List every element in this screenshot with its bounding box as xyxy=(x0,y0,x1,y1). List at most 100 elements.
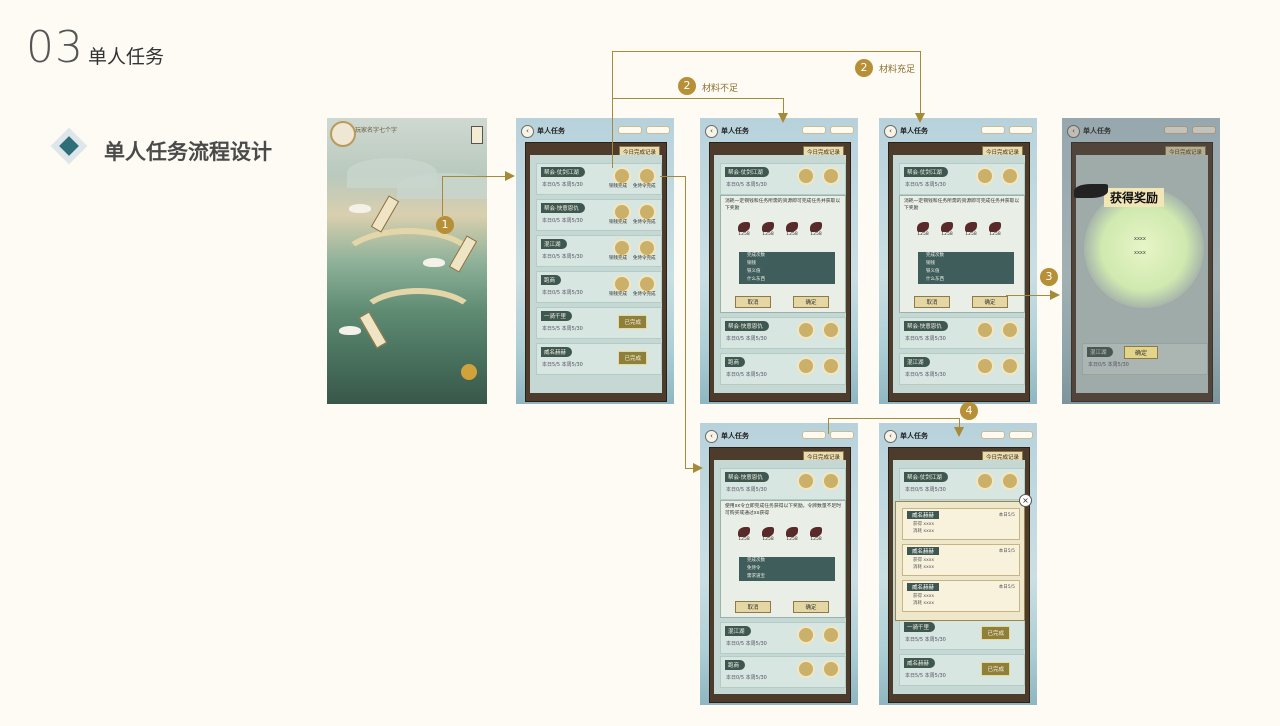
token-icon[interactable] xyxy=(1001,167,1019,185)
section-title: 单人任务流程设计 xyxy=(104,140,272,164)
silver-icon[interactable] xyxy=(797,472,815,490)
silver-icon[interactable] xyxy=(797,626,815,644)
back-button[interactable]: ‹ xyxy=(705,125,718,138)
confirm-button[interactable]: 确定 xyxy=(972,296,1008,308)
reward-item: 1258 xyxy=(783,222,801,240)
phone-silver-insufficient: ‹ 单人任务 今日完成记录 帮会·仗剑江湖 本日0/5 本周5/30 消耗一定铜… xyxy=(700,118,858,404)
token-icon[interactable] xyxy=(822,321,840,339)
reward-item: 1258 xyxy=(986,222,1004,240)
avatar[interactable] xyxy=(330,121,356,147)
silver-icon[interactable] xyxy=(976,472,994,490)
record-entry: 威名赫赫 本日5/5 获得 xxxx 消耗 xxxx xyxy=(902,544,1020,576)
silver-label: 铜钱完成 xyxy=(609,256,627,261)
task-board: 今日完成记录 帮会·仗剑江湖 本日0/5 本周5/30 铜钱完成 免侍令完成 帮… xyxy=(525,142,667,402)
task-row[interactable]: 帮会·快意恩仇 本日0/5 本周5/30 xyxy=(899,317,1025,349)
banner-guild[interactable] xyxy=(370,195,400,233)
cancel-button[interactable]: 取消 xyxy=(735,296,771,308)
popup-description: 消耗一定铜钱和任务所需的资源即可完成任务并获取以下奖励 xyxy=(904,199,1020,211)
task-row[interactable]: 混江湖 本日0/5 本周5/30 xyxy=(720,622,846,654)
resource-bar xyxy=(800,126,854,134)
task-row[interactable]: 跑商 本日0/5 本周5/30 xyxy=(720,656,846,688)
record-entry: 威名赫赫 本日5/5 获得 xxxx 消耗 xxxx xyxy=(902,508,1020,540)
exit-button[interactable] xyxy=(471,126,483,144)
token-icon[interactable] xyxy=(822,660,840,678)
task-row[interactable]: 混江湖 本日0/5 本周5/30 xyxy=(899,353,1025,385)
task-row[interactable]: 帮会·仗剑江湖 本日0/5 本周5/30 xyxy=(720,163,846,195)
task-row[interactable]: 跑商 本日0/5 本周5/30 xyxy=(720,353,846,385)
silver-icon[interactable] xyxy=(797,357,815,375)
crane-icon xyxy=(339,326,361,335)
confirm-button[interactable]: 确定 xyxy=(793,601,829,613)
task-counts: 本日0/5 本周5/30 xyxy=(542,182,583,188)
cancel-button[interactable]: 取消 xyxy=(735,601,771,613)
task-row: 威名赫赫 本日5/5 本周5/30 已完成 xyxy=(899,654,1025,686)
token-icon[interactable] xyxy=(1001,472,1019,490)
task-name: 混江湖 xyxy=(725,626,751,636)
task-name: 一骑千里 xyxy=(904,622,936,632)
task-counts: 本日0/5 本周5/30 xyxy=(542,218,583,224)
task-counts: 本日0/5 本周5/30 xyxy=(542,254,583,260)
player-name: 玩家名字七个字 xyxy=(355,127,398,134)
token-icon[interactable] xyxy=(822,472,840,490)
cost-table: 完成次数 免侍令 需求道宝 xyxy=(739,557,835,581)
task-name: 威名赫赫 xyxy=(541,347,573,357)
task-row[interactable]: 混江湖 本日0/5 本周5/30 铜钱完成 免侍令完成 xyxy=(536,235,662,267)
task-row[interactable]: 帮会·快意恩仇 本日0/5 本周5/30 xyxy=(720,317,846,349)
back-button[interactable]: ‹ xyxy=(705,430,718,443)
phone-silver-sufficient: ‹ 单人任务 今日完成记录 帮会·仗剑江湖 本日0/5 本周5/30 消耗一定铜… xyxy=(879,118,1037,404)
token-icon[interactable] xyxy=(1001,357,1019,375)
cancel-button[interactable]: 取消 xyxy=(914,296,950,308)
back-button[interactable]: ‹ xyxy=(884,125,897,138)
completed-badge: 已完成 xyxy=(618,351,647,365)
reward-item: 1258 xyxy=(962,222,980,240)
arrow-icon xyxy=(693,463,703,473)
token-icon[interactable] xyxy=(1001,321,1019,339)
reward-item: 1258 xyxy=(938,222,956,240)
token-label: 免侍令完成 xyxy=(633,184,656,189)
crane-icon xyxy=(1074,184,1108,198)
token-icon[interactable] xyxy=(822,357,840,375)
task-name: 跑商 xyxy=(725,357,746,367)
resource-bar xyxy=(979,126,1033,134)
task-counts: 本日0/5 本周5/30 xyxy=(726,372,767,378)
step-2b-badge: 2 xyxy=(855,59,873,77)
silver-icon[interactable] xyxy=(976,321,994,339)
arrow-icon xyxy=(505,171,515,181)
task-row[interactable]: 帮会·仗剑江湖 本日0/5 本周5/30 xyxy=(899,163,1025,195)
crane-icon xyxy=(349,204,371,213)
confirm-button[interactable]: 确定 xyxy=(1124,346,1159,359)
diamond-icon xyxy=(50,127,88,165)
reward-item: 1258 xyxy=(783,527,801,545)
silver-icon[interactable] xyxy=(976,357,994,375)
reward-item: 1258 xyxy=(759,527,777,545)
complete-popup: 消耗一定铜钱和任务所需的资源即可完成任务并获取以下奖励 1258 1258 12… xyxy=(720,195,846,313)
cost-table: 完成次数 铜钱 铁义值 什么东西 xyxy=(739,252,835,284)
phone-token-popup: ‹ 单人任务 今日完成记录 帮会·快意恩仇 本日0/5 本周5/30 使用xx令… xyxy=(700,423,858,705)
task-counts: 本日5/5 本周5/30 xyxy=(542,326,583,332)
task-board: 今日完成记录 帮会·仗剑江湖 本日0/5 本周5/30 消耗一定铜钱和任务所需的… xyxy=(709,142,851,402)
silver-icon[interactable] xyxy=(797,321,815,339)
task-row[interactable]: 帮会·快意恩仇 本日0/5 本周5/30 xyxy=(720,468,846,500)
silver-icon[interactable] xyxy=(797,167,815,185)
close-icon[interactable]: × xyxy=(1019,494,1032,507)
task-row[interactable]: 帮会·快意恩仇 本日0/5 本周5/30 铜钱完成 免侍令完成 xyxy=(536,199,662,231)
task-counts: 本日0/5 本周5/30 xyxy=(726,336,767,342)
back-button[interactable]: ‹ xyxy=(521,125,534,138)
completed-badge: 已完成 xyxy=(618,315,647,329)
task-row[interactable]: 跑商 本日0/5 本周5/30 铜钱完成 免侍令完成 xyxy=(536,271,662,303)
task-row[interactable]: 帮会·仗剑江湖 本日0/5 本周5/30 xyxy=(899,468,1025,500)
silver-icon[interactable] xyxy=(797,660,815,678)
task-name: 威名赫赫 xyxy=(904,658,936,668)
confirm-button[interactable]: 确定 xyxy=(793,296,829,308)
token-icon[interactable] xyxy=(822,167,840,185)
task-row[interactable]: 帮会·仗剑江湖 本日0/5 本周5/30 铜钱完成 免侍令完成 xyxy=(536,163,662,195)
silver-icon[interactable] xyxy=(976,167,994,185)
task-name: 跑商 xyxy=(725,660,746,670)
back-button[interactable]: ‹ xyxy=(884,430,897,443)
task-counts: 本日5/5 本周5/30 xyxy=(542,362,583,368)
task-counts: 本日0/5 本周5/30 xyxy=(726,487,767,493)
token-icon[interactable] xyxy=(822,626,840,644)
arrow-icon xyxy=(915,113,925,123)
popup-description: 消耗一定铜钱和任务所需的资源即可完成任务并获取以下奖励 xyxy=(725,199,841,211)
task-counts: 本日5/5 本周5/30 xyxy=(905,673,946,679)
